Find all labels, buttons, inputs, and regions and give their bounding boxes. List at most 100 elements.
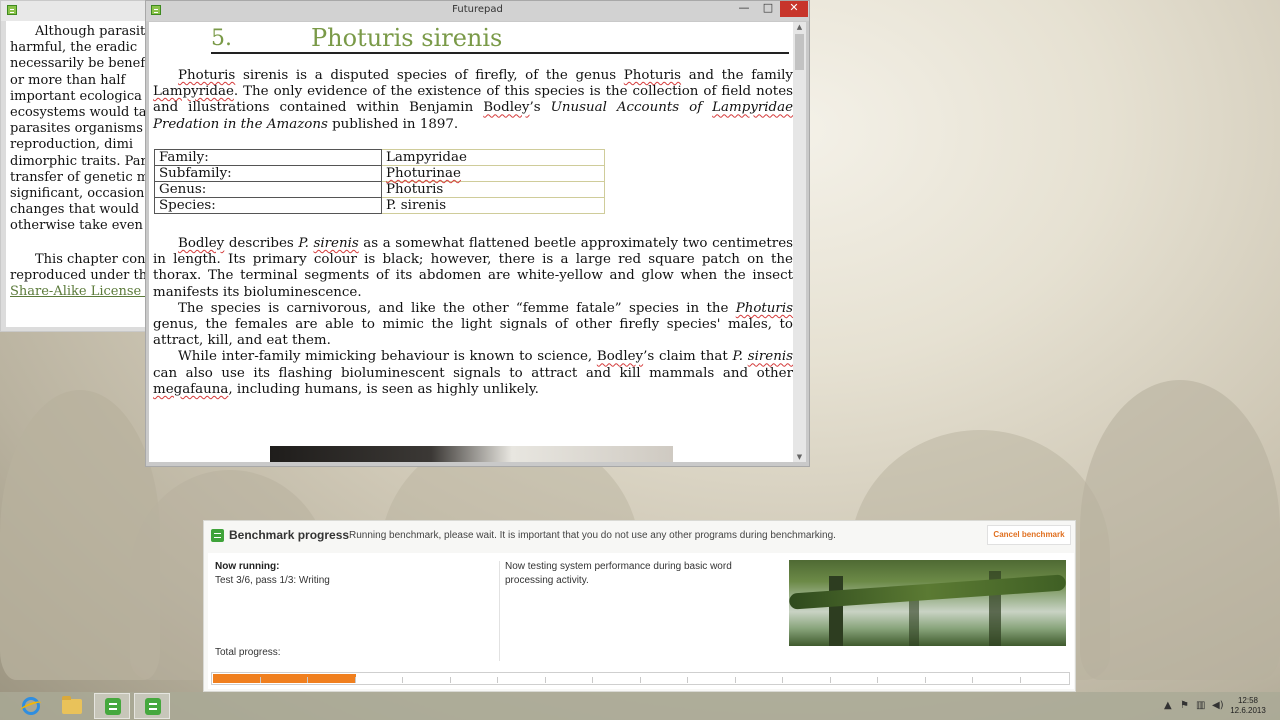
background-document[interactable]: Although parasit harmful, the eradic nec… <box>6 21 151 327</box>
divider <box>499 561 500 661</box>
text-line: transfer of genetic m <box>10 169 150 185</box>
text-line: ecosystems would tak <box>10 105 151 121</box>
text-line: dimorphic traits. Par <box>10 153 147 169</box>
table-cell-value: Lampyridae <box>381 149 605 166</box>
progress-tick <box>450 677 451 683</box>
benchmark-content: Now running: Test 3/6, pass 1/3: Writing… <box>208 553 1074 689</box>
taskbar-internet-explorer[interactable] <box>13 693 49 719</box>
table-cell-key: Genus: <box>154 181 382 198</box>
taskbar: ▲ ⚑ ▥ ◀) 12:58 12.6.2013 <box>0 692 1280 720</box>
maximize-button[interactable]: □ <box>758 1 778 17</box>
paragraph-intro: Photuris sirenis is a disputed species o… <box>153 68 793 132</box>
cancel-benchmark-button[interactable]: Cancel benchmark <box>987 525 1071 545</box>
table-cell-key: Family: <box>154 149 382 166</box>
background-window[interactable]: Although parasit harmful, the eradic nec… <box>0 0 151 332</box>
progress-tick <box>925 677 926 683</box>
progress-tick <box>735 677 736 683</box>
text-line: reproduced under the <box>10 267 151 283</box>
window-titlebar[interactable]: Futurepad — □ ✕ <box>146 1 809 21</box>
document-page[interactable]: 5. Photuris sirenis Photuris sirenis is … <box>149 22 793 462</box>
futurepad-icon <box>145 698 161 715</box>
table-cell-value: Photuris <box>381 181 605 198</box>
system-clock[interactable]: 12:58 12.6.2013 <box>1228 696 1268 716</box>
scrollbar-thumb[interactable] <box>795 34 804 70</box>
text-line: otherwise take even l <box>10 218 151 234</box>
progress-tick <box>1020 677 1021 683</box>
text-line: or more than half <box>10 72 126 88</box>
flag-icon[interactable]: ⚑ <box>1180 700 1189 711</box>
clock-time: 12:58 <box>1237 696 1259 705</box>
benchmark-message: Running benchmark, please wait. It is im… <box>349 530 836 541</box>
progress-tick <box>972 677 973 683</box>
futurepad-window[interactable]: Futurepad — □ ✕ 5. Photuris sirenis Phot… <box>145 0 810 467</box>
text-line: changes that would <box>10 202 140 218</box>
misspelled-word[interactable]: Photuris <box>178 68 235 83</box>
text-line: important ecologica <box>10 88 142 104</box>
progress-tick <box>877 677 878 683</box>
progress-tick <box>782 677 783 683</box>
test-description: Now testing system performance during ba… <box>505 561 732 586</box>
text-line: necessarily be benefic <box>10 56 151 72</box>
minimize-button[interactable]: — <box>734 1 754 17</box>
progress-tick <box>545 677 546 683</box>
misspelled-word[interactable]: Lampyridae <box>712 100 793 115</box>
total-progress-label: Total progress: <box>215 647 281 658</box>
misspelled-word[interactable]: sirenis <box>748 349 793 364</box>
window-title: Futurepad <box>452 4 503 15</box>
misspelled-word[interactable]: Photuris <box>624 68 681 83</box>
text-line: significant, occasion <box>10 186 145 202</box>
progress-tick <box>687 677 688 683</box>
text-line: parasites organisms <box>10 121 143 137</box>
now-running-label: Now running: <box>215 561 280 572</box>
progress-tick <box>592 677 593 683</box>
volume-icon[interactable]: ◀) <box>1212 700 1224 711</box>
license-link[interactable]: Share-Alike License 3 <box>10 284 151 299</box>
progress-tick <box>307 677 308 683</box>
network-icon[interactable]: ▥ <box>1196 700 1205 711</box>
benchmark-header: Benchmark progress Running benchmark, pl… <box>204 521 1075 551</box>
text-line: Although parasit <box>35 24 146 39</box>
table-row: Species: P. sirenis <box>154 197 605 214</box>
background-window-titlebar[interactable] <box>1 1 149 21</box>
rainforest-image <box>789 560 1066 646</box>
image-trunk <box>829 576 843 646</box>
misspelled-word[interactable]: Bodley <box>597 349 643 364</box>
progress-fill <box>213 674 356 683</box>
ie-icon <box>22 697 40 715</box>
table-cell-key: Subfamily: <box>154 165 382 182</box>
misspelled-word[interactable]: Photuris <box>736 301 793 316</box>
table-cell-key: Species: <box>154 197 382 214</box>
table-cell-value: Photurinae <box>381 165 605 182</box>
background-tree <box>1080 380 1280 680</box>
progress-tick <box>402 677 403 683</box>
futurepad-app-icon <box>7 5 17 15</box>
scroll-down-icon[interactable]: ▼ <box>793 452 806 462</box>
misspelled-word[interactable]: sirenis <box>313 236 358 251</box>
misspelled-word[interactable]: Lampyridae <box>153 84 234 99</box>
now-running-value: Test 3/6, pass 1/3: Writing <box>215 575 330 586</box>
clock-date: 12.6.2013 <box>1230 706 1266 715</box>
folder-icon <box>62 696 82 714</box>
total-progress-bar <box>211 672 1070 685</box>
vertical-scrollbar[interactable]: ▲ ▼ <box>793 22 806 462</box>
embedded-image[interactable] <box>270 446 673 462</box>
heading-title: Photuris sirenis <box>311 24 503 52</box>
heading-number: 5. <box>211 26 232 51</box>
progress-tick <box>640 677 641 683</box>
table-row: Subfamily: Photurinae <box>154 165 605 182</box>
taskbar-file-explorer[interactable] <box>54 693 90 719</box>
taskbar-futurepad-2[interactable] <box>134 693 170 719</box>
taskbar-futurepad-1[interactable] <box>94 693 130 719</box>
table-cell-value: P. sirenis <box>381 197 605 214</box>
progress-tick <box>830 677 831 683</box>
misspelled-word[interactable]: Bodley <box>178 236 224 251</box>
misspelled-word[interactable]: megafauna <box>153 382 228 397</box>
text-line: This chapter cont <box>35 251 151 267</box>
now-running-section: Now running: Test 3/6, pass 1/3: Writing <box>215 560 330 588</box>
progress-tick <box>497 677 498 683</box>
misspelled-word[interactable]: Bodley <box>483 100 529 115</box>
table-row: Family: Lampyridae <box>154 149 605 166</box>
chevron-up-icon[interactable]: ▲ <box>1164 700 1172 711</box>
scroll-up-icon[interactable]: ▲ <box>793 22 806 32</box>
close-button[interactable]: ✕ <box>780 1 808 17</box>
